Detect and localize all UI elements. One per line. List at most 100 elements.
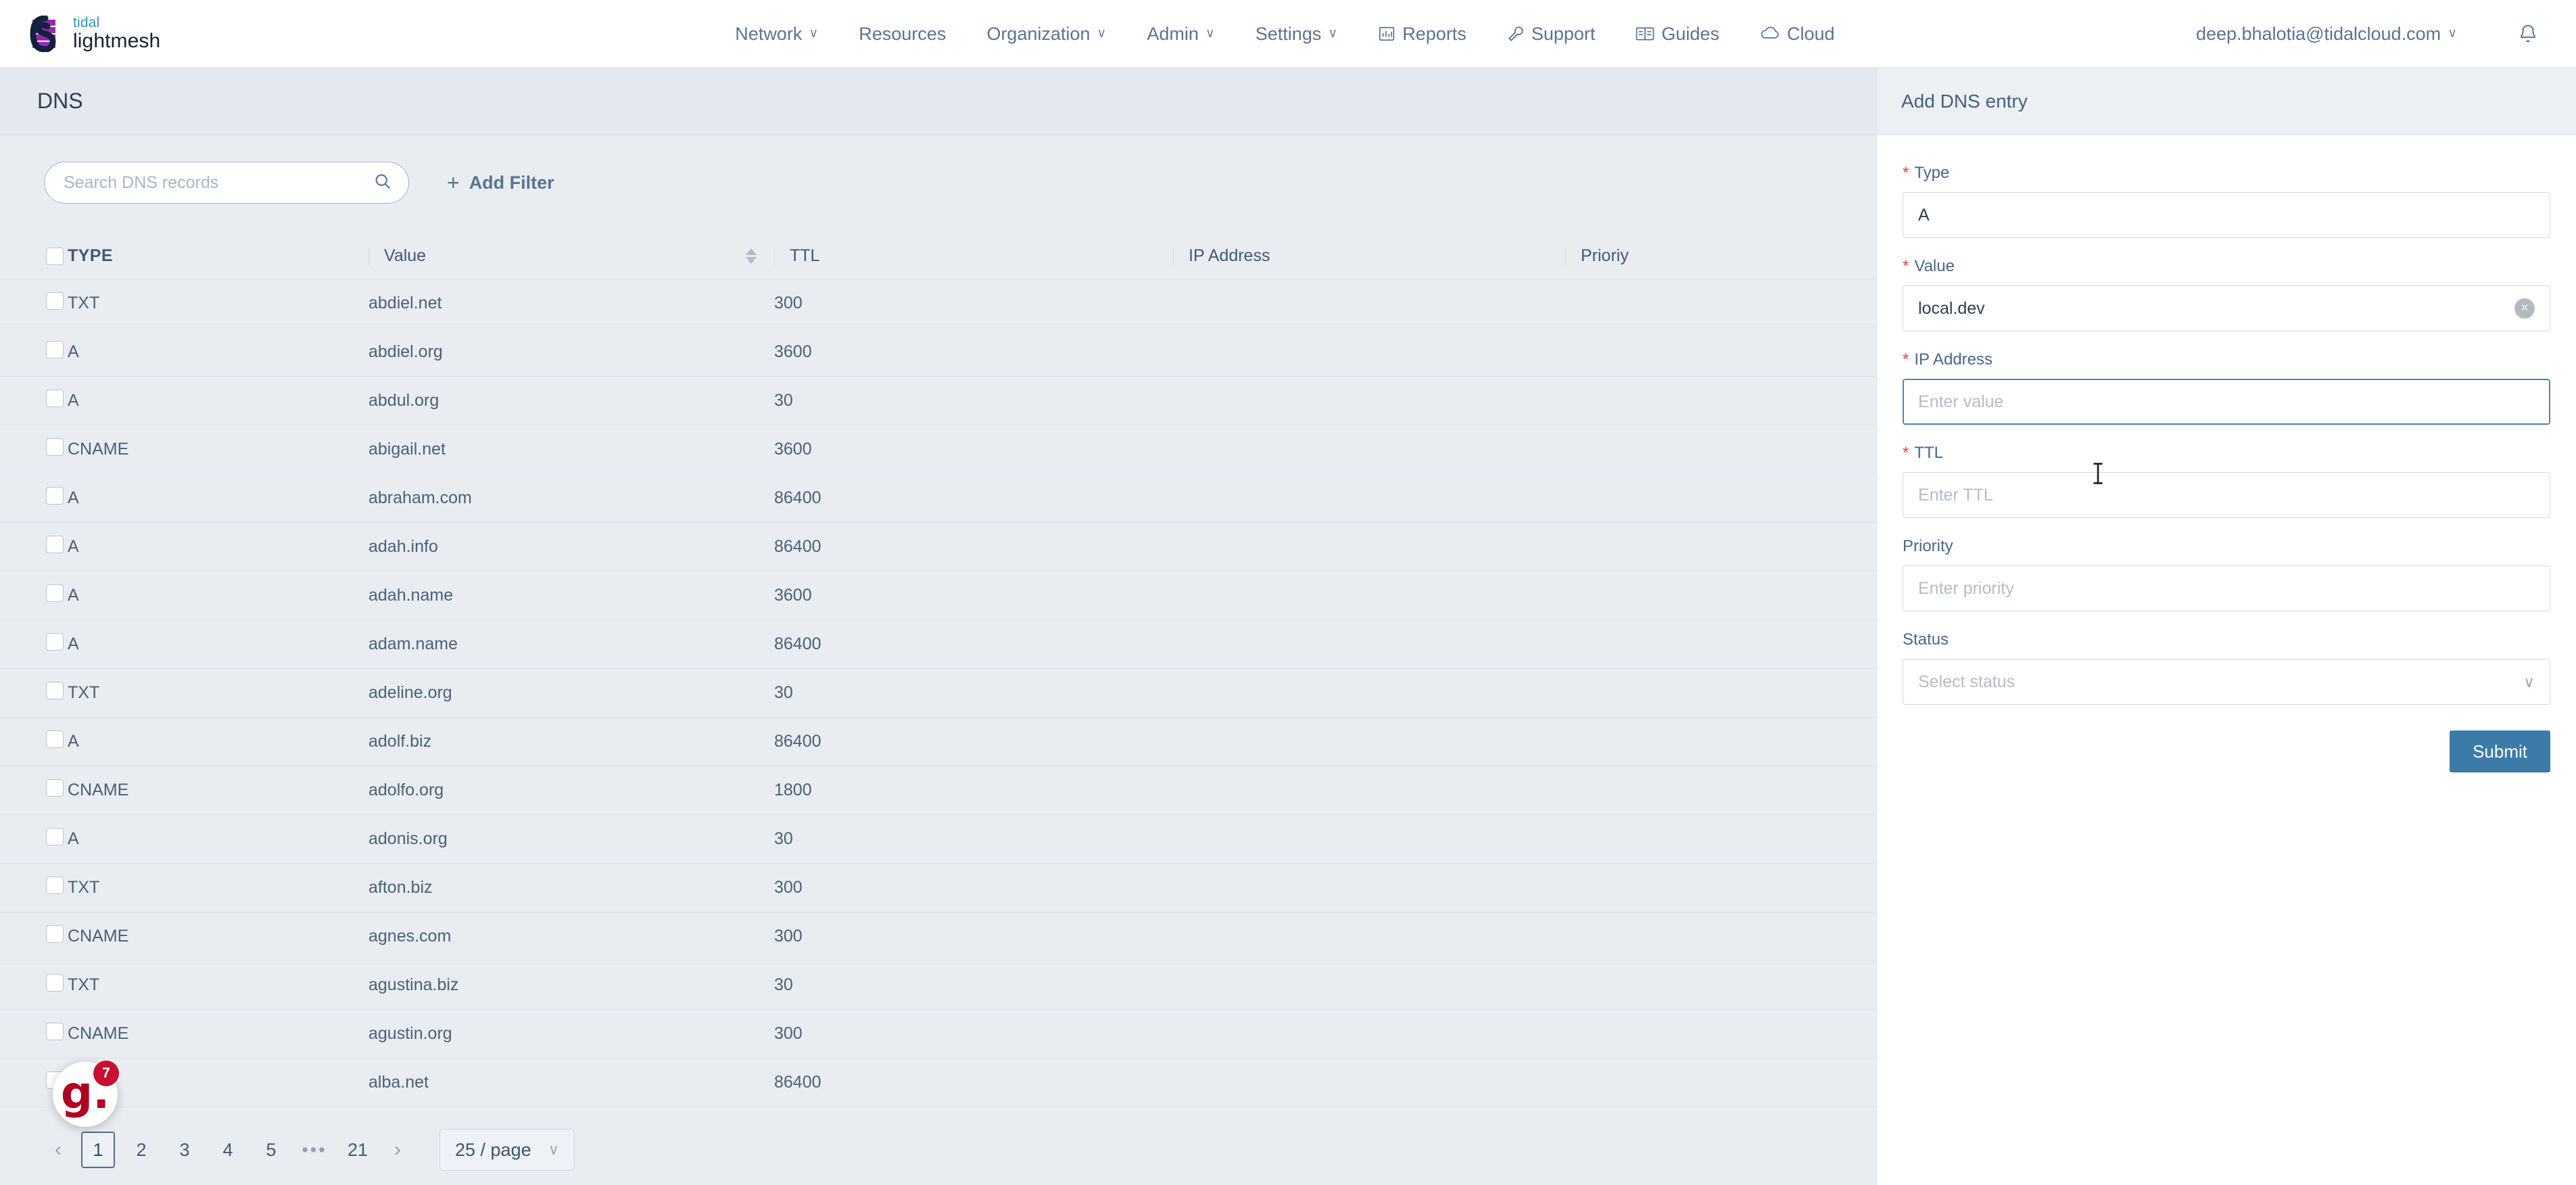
nav-item-support[interactable]: Support [1487,0,1616,68]
row-checkbox[interactable] [46,390,64,407]
type-input-wrapper[interactable] [1903,192,2550,238]
table-row[interactable]: TXTadeline.org30 [0,669,1876,718]
page-size-selector[interactable]: 25 / page ∨ [439,1129,575,1171]
row-checkbox[interactable] [46,633,64,651]
column-header-value[interactable]: Value [368,246,774,266]
clear-icon[interactable]: × [2514,298,2535,319]
user-menu[interactable]: deep.bhalotia@tidalcloud.com ∨ [2176,0,2477,68]
nav-item-network[interactable]: Network ∨ [715,0,838,68]
priority-input[interactable] [1918,579,2535,599]
main-menu: Network ∨ Resources Organization ∨ Admin… [715,0,1855,68]
row-select-cell [0,292,68,315]
table-row[interactable]: Aabdiel.org3600 [0,328,1876,377]
priority-input-wrapper[interactable] [1903,565,2550,611]
value-input-wrapper[interactable]: × [1903,285,2550,331]
panel-header: Add DNS entry [1877,68,2576,135]
row-checkbox[interactable] [46,1023,64,1040]
table-row[interactable]: CNAMEabigail.net3600 [0,425,1876,474]
row-checkbox[interactable] [46,779,64,797]
search-dns-records[interactable] [44,162,409,204]
table-row[interactable]: Aabraham.com86400 [0,474,1876,523]
plus-icon: + [447,172,460,193]
nav-item-reports[interactable]: Reports [1358,0,1487,68]
ip-address-input-wrapper[interactable] [1903,379,2550,425]
pagination-page-last[interactable]: 21 [341,1132,375,1168]
row-checkbox[interactable] [46,828,64,845]
column-divider [1565,248,1566,265]
pagination: ‹ 1 2 3 4 5 ••• 21 › 25 / page ∨ [0,1115,1876,1185]
table-row[interactable]: CNAMEagnes.com300 [0,912,1876,961]
ttl-input[interactable] [1918,486,2535,505]
row-checkbox[interactable] [46,584,64,602]
table-row[interactable]: Aabdul.org30 [0,377,1876,425]
table-row[interactable]: Aadah.info86400 [0,523,1876,572]
sort-icon[interactable] [746,248,757,264]
search-icon[interactable] [373,172,392,194]
support-widget-button[interactable]: g. 7 [53,1062,118,1127]
pagination-ellipsis[interactable]: ••• [297,1132,331,1168]
nav-item-admin[interactable]: Admin ∨ [1126,0,1235,68]
label-type-text: Type [1914,164,1949,182]
field-value: *Value × [1903,257,2550,331]
pagination-page-4[interactable]: 4 [211,1132,245,1168]
column-header-type[interactable]: TYPE [68,246,368,266]
pagination-page-1[interactable]: 1 [81,1132,115,1168]
pagination-prev[interactable]: ‹ [45,1132,72,1168]
add-filter-button[interactable]: + Add Filter [447,172,554,193]
row-select-cell [0,974,68,996]
label-value-text: Value [1914,257,1955,275]
cell-ttl: 86400 [774,537,1173,557]
row-checkbox[interactable] [46,487,64,505]
row-checkbox[interactable] [46,682,64,699]
ip-address-input[interactable] [1918,392,2535,412]
cell-value: abigail.net [368,440,774,459]
column-header-ttl[interactable]: TTL [774,246,1173,266]
table-row[interactable]: Aadonis.org30 [0,815,1876,864]
row-checkbox[interactable] [46,438,64,456]
submit-button[interactable]: Submit [2450,730,2550,772]
pagination-page-3[interactable]: 3 [168,1132,201,1168]
ttl-input-wrapper[interactable] [1903,472,2550,518]
pagination-next[interactable]: › [384,1132,411,1168]
row-checkbox[interactable] [46,974,64,992]
select-all-checkbox[interactable] [46,248,64,265]
type-input[interactable] [1918,206,2535,225]
table-row[interactable]: TXTagustina.biz30 [0,961,1876,1010]
table-row[interactable]: Aadah.name3600 [0,572,1876,620]
nav-item-guides[interactable]: Guides [1615,0,1740,68]
table-header-row: TYPE Value TTL IP Address Prioriy [0,233,1876,279]
cell-type: A [68,586,368,605]
column-header-ip-address[interactable]: IP Address [1173,246,1565,266]
nav-label-cloud: Cloud [1787,0,1835,68]
nav-item-cloud[interactable]: Cloud [1740,0,1855,68]
brand-logo[interactable]: tidal lightmesh [27,16,160,52]
nav-item-resources[interactable]: Resources [838,0,966,68]
pagination-page-2[interactable]: 2 [124,1132,158,1168]
table-row[interactable]: Aadolf.biz86400 [0,718,1876,766]
row-select-cell [0,1023,68,1045]
table-row[interactable]: CNAMEadolfo.org1800 [0,766,1876,815]
row-checkbox[interactable] [46,341,64,358]
cell-type: A [68,829,368,849]
value-input[interactable] [1918,299,2514,319]
cell-type: A [68,342,368,362]
table-row[interactable]: Aadam.name86400 [0,620,1876,669]
search-input[interactable] [64,173,373,193]
row-checkbox[interactable] [46,292,64,310]
table-row[interactable]: TXTafton.biz300 [0,864,1876,912]
status-select[interactable]: Select status ∨ [1903,659,2550,705]
row-checkbox[interactable] [46,536,64,553]
table-row[interactable]: CNAMEagustin.org300 [0,1010,1876,1059]
column-header-priority[interactable]: Prioriy [1565,246,1836,266]
row-checkbox[interactable] [46,877,64,894]
nav-item-organization[interactable]: Organization ∨ [966,0,1126,68]
bell-icon[interactable] [2518,23,2538,45]
table-row[interactable]: TXTabdiel.net300 [0,279,1876,328]
table-row[interactable]: Aalba.net86400 [0,1059,1876,1107]
row-select-cell [0,828,68,850]
nav-item-settings[interactable]: Settings ∨ [1235,0,1358,68]
row-select-cell [0,487,68,509]
row-checkbox[interactable] [46,925,64,943]
row-checkbox[interactable] [46,730,64,748]
pagination-page-5[interactable]: 5 [254,1132,288,1168]
